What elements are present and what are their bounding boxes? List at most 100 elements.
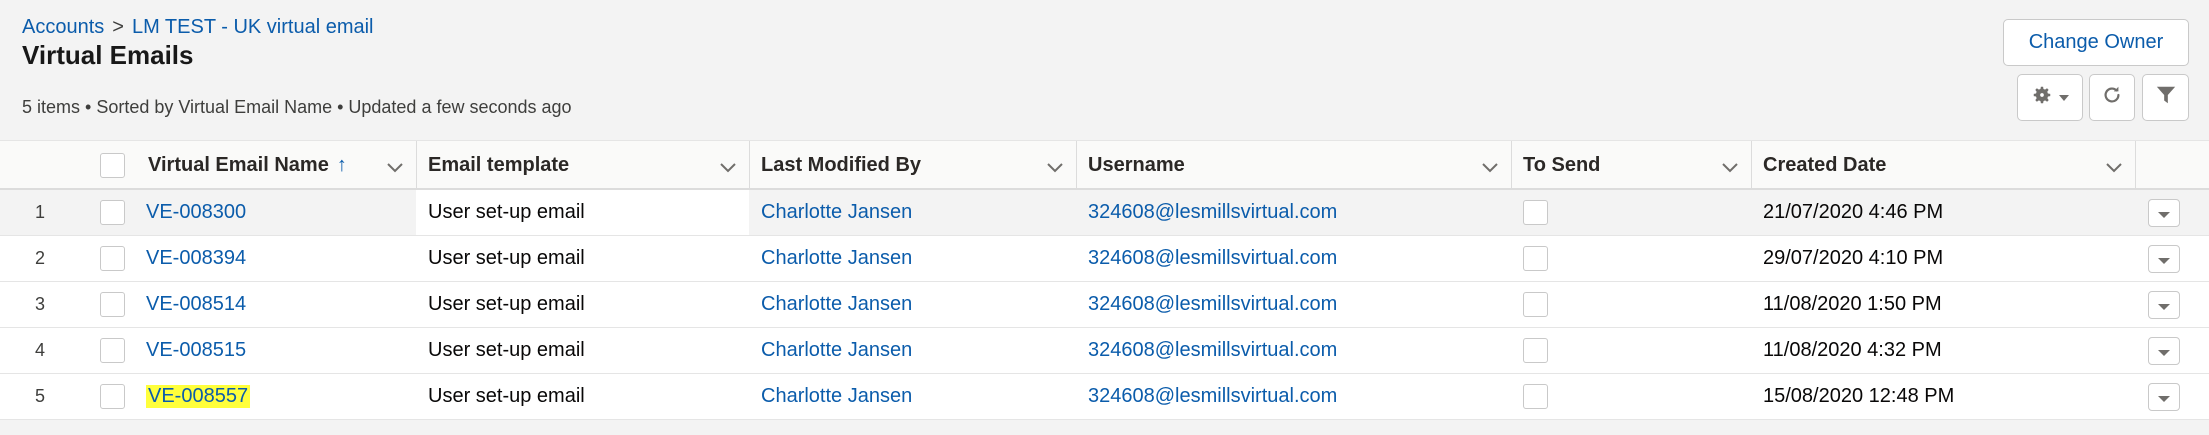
breadcrumb-separator: > [112, 16, 124, 38]
username-cell: 324608@lesmillsvirtual.com [1088, 282, 1337, 327]
last-modified-by-link[interactable]: Charlotte Jansen [761, 247, 912, 270]
row-actions-button[interactable] [2148, 291, 2180, 319]
virtual-email-name-link[interactable]: VE-008557 [146, 385, 251, 408]
username-link[interactable]: 324608@lesmillsvirtual.com [1088, 201, 1337, 224]
chevron-down-icon[interactable] [1481, 158, 1499, 181]
row-actions-button[interactable] [2148, 199, 2180, 227]
username-cell: 324608@lesmillsvirtual.com [1088, 328, 1337, 373]
filter-button[interactable] [2142, 74, 2189, 121]
chevron-down-icon [2158, 294, 2170, 317]
created-date-value: 29/07/2020 4:10 PM [1763, 247, 1944, 269]
email-template-value: User set-up email [428, 247, 585, 269]
chevron-down-icon[interactable] [386, 158, 404, 181]
column-label: Username [1088, 153, 1185, 176]
refresh-icon [2101, 84, 2123, 111]
chevron-down-icon[interactable] [1721, 158, 1739, 181]
chevron-down-icon [2158, 340, 2170, 363]
to-send-checkbox [1523, 292, 1548, 317]
last-modified-by-cell: Charlotte Jansen [761, 328, 912, 373]
created-date-value: 15/08/2020 12:48 PM [1763, 385, 1955, 407]
row-select-checkbox[interactable] [100, 292, 125, 317]
last-modified-by-link[interactable]: Charlotte Jansen [761, 385, 912, 408]
virtual-emails-table: Virtual Email Name ↑ Email template Last… [0, 140, 2209, 420]
column-divider[interactable] [2135, 141, 2136, 189]
checkbox [1523, 246, 1548, 271]
row-actions-button[interactable] [2148, 245, 2180, 273]
column-label: Created Date [1763, 153, 1887, 176]
change-owner-button[interactable]: Change Owner [2003, 19, 2189, 66]
username-link[interactable]: 324608@lesmillsvirtual.com [1088, 339, 1337, 362]
column-header-last-modified-by[interactable]: Last Modified By [749, 141, 1076, 189]
breadcrumb: Accounts > LM TEST - UK virtual email [22, 16, 374, 39]
column-label: Email template [428, 153, 570, 176]
row-select-checkbox[interactable] [100, 246, 125, 271]
chevron-down-icon [2158, 248, 2170, 271]
last-modified-by-cell: Charlotte Jansen [761, 190, 912, 235]
username-link[interactable]: 324608@lesmillsvirtual.com [1088, 247, 1337, 270]
chevron-down-icon[interactable] [2105, 158, 2123, 181]
checkbox[interactable] [100, 338, 125, 363]
column-header-username[interactable]: Username [1076, 141, 1511, 189]
username-cell: 324608@lesmillsvirtual.com [1088, 190, 1337, 235]
table-row: 3 VE-008514 User set-up email Charlotte … [0, 282, 2209, 328]
select-all-checkbox[interactable] [100, 153, 125, 178]
page-background [0, 420, 2209, 435]
row-number: 1 [34, 202, 45, 222]
email-template-value: User set-up email [428, 293, 585, 315]
last-modified-by-link[interactable]: Charlotte Jansen [761, 293, 912, 316]
virtual-email-name-cell: VE-008300 [146, 190, 246, 235]
checkbox [1523, 292, 1548, 317]
sort-ascending-icon: ↑ [336, 153, 347, 176]
row-actions-button[interactable] [2148, 337, 2180, 365]
checkbox[interactable] [100, 384, 125, 409]
chevron-down-icon [2158, 386, 2170, 409]
last-modified-by-cell: Charlotte Jansen [761, 374, 912, 419]
last-modified-by-link[interactable]: Charlotte Jansen [761, 201, 912, 224]
row-select-checkbox[interactable] [100, 200, 125, 225]
virtual-email-name-cell: VE-008557 [146, 374, 251, 419]
to-send-checkbox [1523, 246, 1548, 271]
column-header-created-date[interactable]: Created Date [1751, 141, 2135, 189]
created-date-value: 11/08/2020 4:32 PM [1763, 339, 1942, 361]
chevron-down-icon[interactable] [719, 158, 737, 181]
column-header-virtual-email-name[interactable]: Virtual Email Name ↑ [136, 141, 416, 189]
virtual-email-name-link[interactable]: VE-008300 [146, 201, 246, 224]
to-send-checkbox [1523, 338, 1548, 363]
row-number: 2 [34, 248, 45, 268]
virtual-email-name-link[interactable]: VE-008514 [146, 293, 246, 316]
checkbox[interactable] [100, 292, 125, 317]
row-actions-button[interactable] [2148, 383, 2180, 411]
last-modified-by-link[interactable]: Charlotte Jansen [761, 339, 912, 362]
created-date-value: 11/08/2020 1:50 PM [1763, 293, 1942, 315]
row-select-checkbox[interactable] [100, 338, 125, 363]
row-number: 3 [34, 294, 45, 314]
column-header-to-send[interactable]: To Send [1511, 141, 1751, 189]
checkbox [1523, 200, 1548, 225]
row-number: 4 [34, 340, 45, 360]
chevron-down-icon [2059, 89, 2069, 107]
column-label: To Send [1523, 153, 1601, 176]
row-actions [2148, 290, 2180, 320]
username-link[interactable]: 324608@lesmillsvirtual.com [1088, 293, 1337, 316]
chevron-down-icon[interactable] [1046, 158, 1064, 181]
breadcrumb-account-link[interactable]: LM TEST - UK virtual email [132, 16, 374, 38]
breadcrumb-accounts-link[interactable]: Accounts [22, 16, 104, 38]
gear-icon [2031, 84, 2053, 111]
checkbox [1523, 384, 1548, 409]
virtual-email-name-link[interactable]: VE-008394 [146, 247, 246, 270]
row-select-checkbox[interactable] [100, 384, 125, 409]
column-header-email-template[interactable]: Email template [416, 141, 749, 189]
checkbox[interactable] [100, 246, 125, 271]
last-modified-by-cell: Charlotte Jansen [761, 236, 912, 281]
username-cell: 324608@lesmillsvirtual.com [1088, 236, 1337, 281]
list-status-text: 5 items • Sorted by Virtual Email Name •… [22, 97, 572, 117]
email-template-value: User set-up email [428, 339, 585, 361]
refresh-button[interactable] [2089, 74, 2135, 121]
checkbox[interactable] [100, 200, 125, 225]
table-row: 5 VE-008557 User set-up email Charlotte … [0, 374, 2209, 420]
table-row: 2 VE-008394 User set-up email Charlotte … [0, 236, 2209, 282]
row-actions [2148, 244, 2180, 274]
list-settings-button[interactable] [2017, 74, 2083, 121]
virtual-email-name-link[interactable]: VE-008515 [146, 339, 246, 362]
username-link[interactable]: 324608@lesmillsvirtual.com [1088, 385, 1337, 408]
